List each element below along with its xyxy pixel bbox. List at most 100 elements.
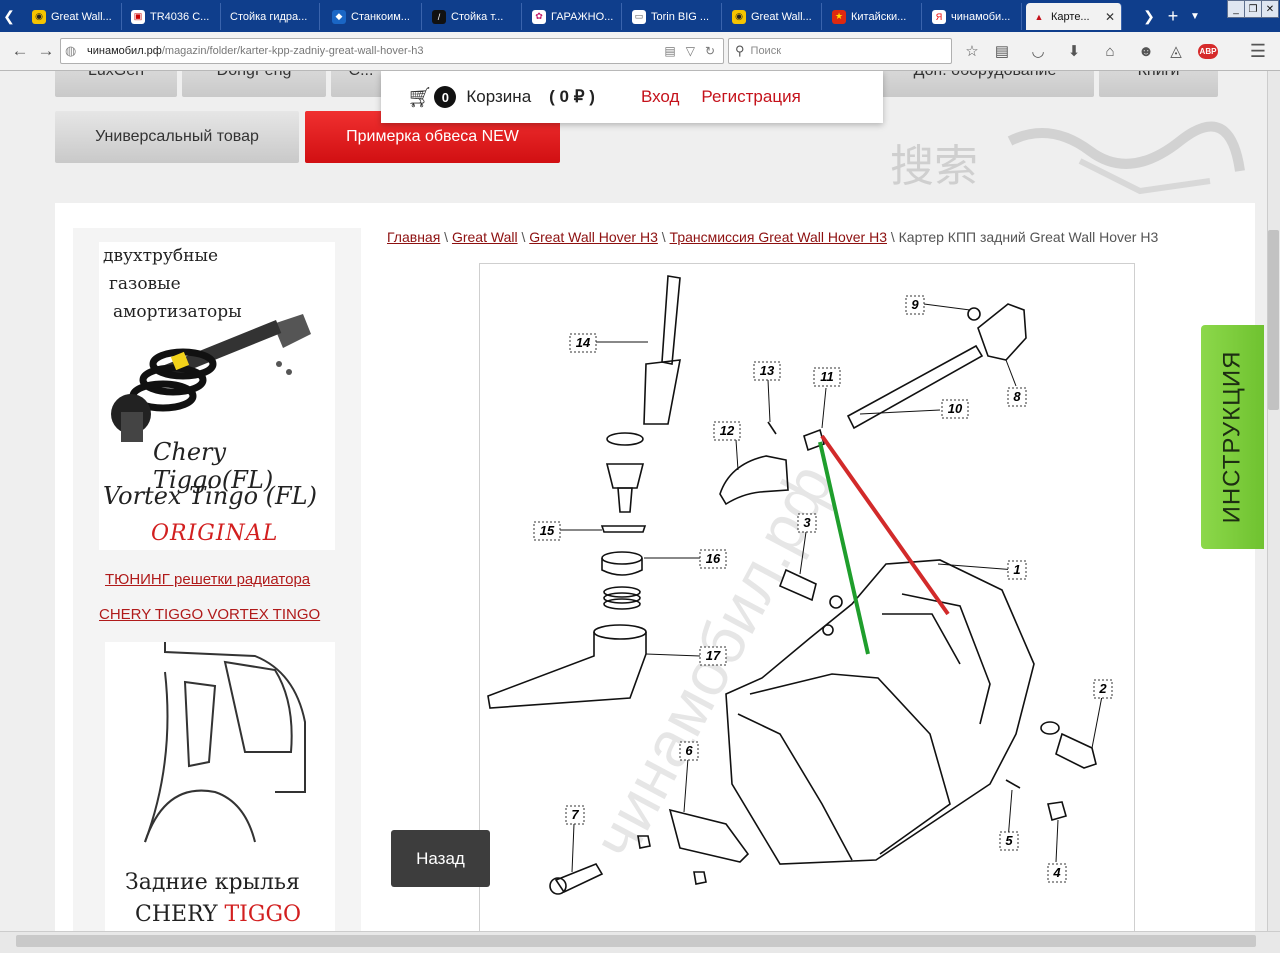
category-dop-oborudovanie[interactable]: Доп. оборудование — [876, 71, 1094, 97]
tab-label: Great Wall... — [51, 10, 112, 23]
download-icon[interactable]: ⬇ — [1064, 41, 1084, 61]
window-close-icon[interactable]: ✕ — [1261, 0, 1279, 18]
site-icon: ▲ — [1034, 11, 1044, 22]
part-label-10: 10 — [948, 401, 963, 416]
adblock-icon[interactable]: ABP — [1196, 41, 1220, 61]
china-flag-icon: ★ — [832, 9, 846, 24]
sidebar: двухтрубные газовые амортизаторы Chery T… — [73, 228, 361, 931]
category-label: C... — [349, 71, 374, 80]
sync-icon[interactable]: ◬ — [1166, 41, 1186, 61]
pocket-icon[interactable]: ◡ — [1028, 41, 1048, 61]
adblock-label: ABP — [1197, 43, 1219, 59]
gw-logo-icon: ◉ — [32, 9, 46, 24]
gearbox-exploded-view: чинамобил.рф 1 2 3 4 5 6 7 8 9 10 11 12 … — [487, 275, 1113, 895]
back-button[interactable]: Назад — [391, 830, 490, 887]
reload-icon[interactable]: ↻ — [705, 44, 715, 58]
part-label-15: 15 — [540, 523, 555, 538]
category-knigi[interactable]: Книги — [1099, 71, 1218, 97]
yandex-icon: Я — [932, 9, 946, 24]
ad-text-line: газовые — [109, 274, 181, 294]
address-bar[interactable]: ◍ чинамобил.рф/magazin/folder/karter-kpp… — [60, 38, 724, 64]
breadcrumb-link-great-wall[interactable]: Great Wall — [452, 229, 518, 245]
minimize-icon[interactable]: _ — [1227, 0, 1245, 18]
tab-label: Станкоим... — [351, 10, 410, 23]
logo-icon: / — [432, 9, 446, 24]
search-input[interactable]: ⚲ Поиск — [728, 38, 952, 64]
category-label: DongFeng — [217, 71, 292, 80]
breadcrumb-link-transmission[interactable]: Трансмиссия Great Wall Hover H3 — [670, 229, 887, 245]
reader-view-icon[interactable]: ▤ — [664, 44, 675, 58]
tab-scroll-left-icon[interactable]: ❮ — [0, 0, 18, 32]
tab-tr4036[interactable]: ▣ TR4036 C... — [125, 3, 221, 30]
category-luxgen[interactable]: LuxGen — [55, 71, 177, 97]
tab-great-wall-2[interactable]: ◉ Great Wall... — [726, 3, 822, 30]
vertical-scrollbar[interactable] — [1267, 71, 1280, 931]
part-label-7: 7 — [571, 807, 579, 822]
sidebar-link-chery-tiggo[interactable]: CHERY TIGGO VORTEX TINGO — [99, 606, 320, 623]
category-label: Доп. оборудование — [914, 71, 1057, 80]
menu-hamburger-icon[interactable]: ☰ — [1248, 41, 1268, 61]
ad-original-tag: ORIGINAL — [151, 521, 279, 546]
tab-label: ГАРАЖНО... — [551, 10, 614, 23]
tab-stoika-t[interactable]: / Стойка т... — [426, 3, 522, 30]
login-link[interactable]: Вход — [641, 87, 679, 107]
home-icon[interactable]: ⌂ — [1100, 41, 1120, 61]
horizontal-scrollbar-thumb[interactable] — [16, 935, 1256, 947]
chat-icon[interactable]: ☻ — [1136, 41, 1156, 61]
breadcrumb-link-home[interactable]: Главная — [387, 229, 440, 245]
red-marker-line — [820, 434, 950, 616]
tab-karter-active[interactable]: ▲ Карте... ✕ — [1026, 3, 1122, 30]
url-path: /magazin/folder/karter-kpp-zadniy-great-… — [161, 45, 424, 57]
ad-banner-rear-wings[interactable]: Задние крылья CHERY TIGGO — [105, 642, 335, 931]
category-dongfeng[interactable]: DongFeng — [182, 71, 326, 97]
category-universal[interactable]: Универсальный товар — [55, 111, 299, 163]
tab-stankoim[interactable]: ◆ Станкоим... — [326, 3, 422, 30]
dropdown-chevron-icon[interactable]: ▽ — [686, 44, 695, 58]
bookmarks-list-icon[interactable]: ▤ — [992, 41, 1012, 61]
bookmark-star-icon[interactable]: ☆ — [962, 41, 982, 61]
breadcrumb-link-hover-h3[interactable]: Great Wall Hover H3 — [529, 229, 658, 245]
close-tab-icon[interactable]: ✕ — [1105, 10, 1115, 24]
ad-brand-chery: CHERY — [135, 902, 218, 927]
part-label-11: 11 — [820, 369, 834, 384]
tab-chinamobil[interactable]: Я чинамоби... — [926, 3, 1022, 30]
breadcrumb: Главная \ Great Wall \ Great Wall Hover … — [387, 229, 1158, 245]
instruction-tab[interactable]: ИНСТРУКЦИЯ — [1201, 325, 1264, 549]
new-tab-icon[interactable]: + — [1164, 0, 1182, 32]
shock-absorber-image — [111, 314, 311, 442]
tab-scroll-right-icon[interactable]: ❯ — [1140, 0, 1158, 32]
cart-count-badge: 0 — [434, 86, 457, 108]
green-marker-line — [818, 441, 870, 655]
tab-stoika-gidra[interactable]: Стойка гидра... — [224, 3, 320, 30]
breadcrumb-current: Картер КПП задний Great Wall Hover H3 — [898, 229, 1159, 245]
tab-label: Torin BIG ... — [651, 10, 710, 23]
part-label-9: 9 — [911, 297, 919, 312]
instruction-tab-label: ИНСТРУКЦИЯ — [1218, 350, 1246, 524]
tab-strip: ❮ ◉ Great Wall... ▣ TR4036 C... Стойка г… — [0, 0, 1280, 32]
page-icon: ▭ — [632, 9, 646, 24]
tab-garazhno[interactable]: ✿ ГАРАЖНО... — [526, 3, 622, 30]
register-link[interactable]: Регистрация — [701, 87, 800, 107]
tab-label: Стойка гидра... — [230, 10, 308, 23]
part-label-6: 6 — [685, 743, 693, 758]
tab-kitaiski[interactable]: ★ Китайски... — [826, 3, 922, 30]
tab-torin[interactable]: ▭ Torin BIG ... — [626, 3, 722, 30]
sidebar-link-tuning-grille[interactable]: ТЮНИНГ решетки радиатора — [105, 571, 310, 588]
cart-label[interactable]: Корзина — [466, 87, 531, 107]
tab-great-wall-1[interactable]: ◉ Great Wall... — [26, 3, 122, 30]
back-arrow-icon[interactable]: ← — [8, 39, 32, 63]
vertical-scrollbar-thumb[interactable] — [1268, 230, 1279, 410]
tab-list-chevron-down-icon[interactable]: ▼ — [1186, 0, 1204, 32]
ad-banner-shock-absorbers[interactable]: двухтрубные газовые амортизаторы Chery T… — [99, 242, 335, 550]
part-label-13: 13 — [760, 363, 775, 378]
parts-diagram: чинамобил.рф 1 2 3 4 5 6 7 8 9 10 11 12 … — [479, 263, 1135, 931]
gw-logo-icon: ◉ — [732, 9, 746, 24]
category-label: Книги — [1138, 71, 1180, 80]
part-label-8: 8 — [1013, 389, 1021, 404]
restore-icon[interactable]: ❐ — [1244, 0, 1262, 18]
part-label-4: 4 — [1052, 865, 1061, 880]
tab-label: Карте... — [1051, 10, 1090, 23]
forward-arrow-icon[interactable]: → — [34, 39, 58, 63]
tab-label: Great Wall... — [751, 10, 812, 23]
cart-icon[interactable]: 🛒︎ — [407, 85, 432, 110]
